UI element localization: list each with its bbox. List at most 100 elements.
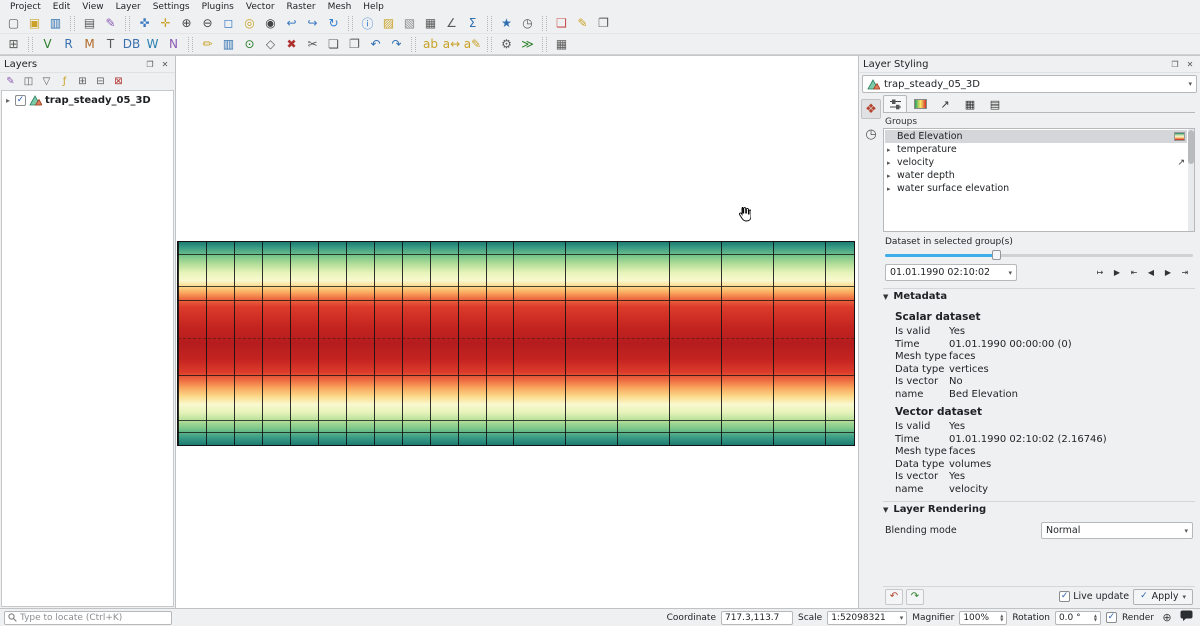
expand-caret-icon[interactable]: ▸	[887, 185, 895, 193]
toggle-editing-button[interactable]: ✏	[197, 35, 218, 54]
styling-panel-close-button[interactable]: ✕	[1184, 58, 1196, 70]
add-mesh-layer-button[interactable]: M	[79, 35, 100, 54]
processing-toolbox-button[interactable]: ⚙	[496, 35, 517, 54]
metadata-section-header[interactable]: ▼ Metadata	[883, 288, 1195, 304]
manage-map-themes-button[interactable]: ◫	[20, 74, 37, 89]
add-delimited-text-button[interactable]: T	[100, 35, 121, 54]
style-redo-button[interactable]: ↷	[906, 589, 924, 605]
render-checkbox[interactable]: ✓	[1106, 612, 1117, 623]
temporal-controller-button[interactable]: ◷	[517, 14, 538, 33]
menu-plugins[interactable]: Plugins	[196, 2, 240, 12]
annotations-button[interactable]: ✎	[572, 14, 593, 33]
first-frame-button[interactable]: ⇤	[1126, 265, 1142, 281]
undo-button[interactable]: ↶	[365, 35, 386, 54]
menu-layer[interactable]: Layer	[110, 2, 147, 12]
measure-button[interactable]: ∠	[441, 14, 462, 33]
layers-panel-close-button[interactable]: ✕	[159, 58, 171, 70]
scrollbar-thumb[interactable]	[1188, 130, 1194, 164]
new-shapefile-button[interactable]: N	[163, 35, 184, 54]
grid-options-button[interactable]: ▦	[551, 35, 572, 54]
data-source-manager-button[interactable]: ⊞	[3, 35, 24, 54]
tab-vectors[interactable]: ↗	[933, 95, 957, 112]
group-item-water-surface-elevation[interactable]: ▸water surface elevation	[885, 182, 1187, 195]
save-project-button[interactable]: ▥	[45, 14, 66, 33]
select-features-button[interactable]: ▨	[378, 14, 399, 33]
apply-button[interactable]: ✓ Apply ▾	[1133, 589, 1193, 605]
bookmarks-button[interactable]: ★	[496, 14, 517, 33]
menu-edit[interactable]: Edit	[47, 2, 76, 12]
add-raster-layer-button[interactable]: R	[58, 35, 79, 54]
zoom-full-button[interactable]: ◻	[218, 14, 239, 33]
layer-visibility-checkbox[interactable]: ✓	[15, 95, 26, 106]
zoom-to-layer-button[interactable]: ◉	[260, 14, 281, 33]
messages-button[interactable]	[1180, 610, 1196, 625]
scale-combo[interactable]: 1:52098321 ▾	[827, 611, 907, 625]
slider-handle[interactable]	[992, 250, 1001, 260]
expand-caret-icon[interactable]: ▸	[887, 146, 895, 154]
expand-caret-icon[interactable]: ▸	[887, 172, 895, 180]
magnifier-spinbox[interactable]: 100% ▲▼	[959, 611, 1007, 625]
menu-mesh[interactable]: Mesh	[322, 2, 358, 12]
new-map-view-button[interactable]: ❐	[593, 14, 614, 33]
tab-symbology[interactable]: ❖	[861, 99, 881, 119]
add-feature-button[interactable]: ⊙	[239, 35, 260, 54]
tab-datasets[interactable]	[883, 95, 907, 112]
spinner-arrows[interactable]: ▲▼	[1000, 614, 1003, 622]
blending-mode-combo[interactable]: Normal ▾	[1041, 522, 1193, 539]
layout-manager-button[interactable]: ▤	[79, 14, 100, 33]
statistical-summary-button[interactable]: Σ	[462, 14, 483, 33]
menu-view[interactable]: View	[76, 2, 109, 12]
menu-raster[interactable]: Raster	[281, 2, 322, 12]
cut-features-button[interactable]: ✂	[302, 35, 323, 54]
map-canvas[interactable]	[176, 56, 858, 608]
time-slider[interactable]	[885, 249, 1193, 261]
open-layer-styling-button[interactable]: ✎	[2, 74, 19, 89]
group-item-temperature[interactable]: ▸temperature	[885, 143, 1187, 156]
zoom-in-button[interactable]: ⊕	[176, 14, 197, 33]
tab-averaging[interactable]: ▤	[983, 95, 1007, 112]
refresh-button[interactable]: ↻	[323, 14, 344, 33]
style-undo-button[interactable]: ↶	[885, 589, 903, 605]
collapse-all-button[interactable]: ⊟	[92, 74, 109, 89]
group-item-water-depth[interactable]: ▸water depth	[885, 169, 1187, 182]
add-vector-layer-button[interactable]: V	[37, 35, 58, 54]
group-item-velocity[interactable]: ▸velocity↗	[885, 156, 1187, 169]
map-tips-button[interactable]: ❑	[551, 14, 572, 33]
layer-item-trap_steady_05_3D[interactable]: ▸ ✓ trap_steady_05_3D	[2, 93, 173, 108]
deselect-button[interactable]: ▧	[399, 14, 420, 33]
group-item-bed-elevation[interactable]: Bed Elevation	[885, 130, 1187, 143]
coordinate-input[interactable]: 717.3,113.7	[721, 611, 793, 625]
filter-by-expression-button[interactable]: ƒ	[56, 74, 73, 89]
play-button[interactable]: ▶	[1109, 265, 1125, 281]
expand-all-button[interactable]: ⊞	[74, 74, 91, 89]
expand-caret-icon[interactable]: ▸	[4, 96, 12, 105]
labeling-button[interactable]: ab	[420, 35, 441, 54]
menu-vector[interactable]: Vector	[240, 2, 281, 12]
next-frame-button[interactable]: ▶	[1160, 265, 1176, 281]
open-project-button[interactable]: ▣	[24, 14, 45, 33]
vertex-tool-button[interactable]: ◇	[260, 35, 281, 54]
menu-help[interactable]: Help	[357, 2, 390, 12]
zoom-next-button[interactable]: ↪	[302, 14, 323, 33]
zoom-out-button[interactable]: ⊖	[197, 14, 218, 33]
menu-project[interactable]: Project	[4, 2, 47, 12]
paste-features-button[interactable]: ❐	[344, 35, 365, 54]
expand-caret-icon[interactable]: ▸	[887, 159, 895, 167]
layer-rendering-section-header[interactable]: ▼ Layer Rendering	[883, 501, 1195, 517]
copy-features-button[interactable]: ❏	[323, 35, 344, 54]
attribute-table-button[interactable]: ▦	[420, 14, 441, 33]
python-console-button[interactable]: ≫	[517, 35, 538, 54]
prev-frame-button[interactable]: ◀	[1143, 265, 1159, 281]
new-project-button[interactable]: ▢	[3, 14, 24, 33]
groups-scrollbar[interactable]	[1188, 129, 1194, 231]
zoom-to-selection-button[interactable]: ◎	[239, 14, 260, 33]
tab-history[interactable]: ◷	[861, 124, 881, 144]
identify-button[interactable]: ⓘ	[357, 14, 378, 33]
spinner-arrows[interactable]: ▲▼	[1094, 614, 1097, 622]
label-options-button[interactable]: a✎	[462, 35, 483, 54]
zoom-last-button[interactable]: ↩	[281, 14, 302, 33]
live-update-checkbox[interactable]: ✓	[1059, 591, 1070, 602]
style-manager-button[interactable]: ✎	[100, 14, 121, 33]
add-database-layer-button[interactable]: DB	[121, 35, 142, 54]
tab-contours[interactable]	[908, 95, 932, 112]
